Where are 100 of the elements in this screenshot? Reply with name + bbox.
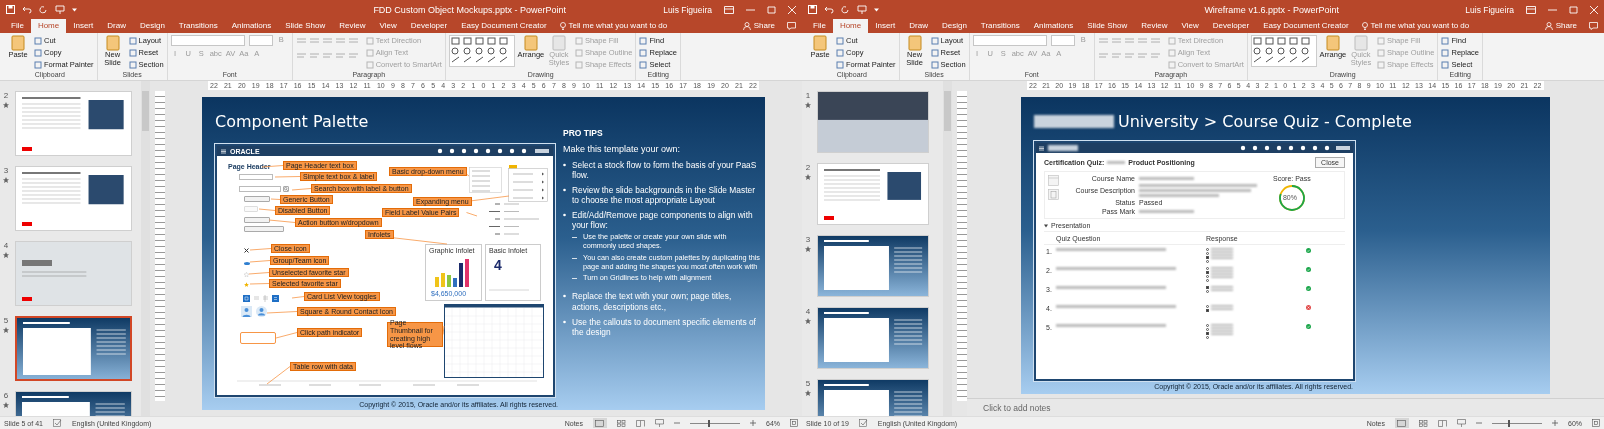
ribbon-tab[interactable]: View [372,19,404,33]
ribbon-tab[interactable]: File [806,19,833,33]
ribbon-tab[interactable]: Review [332,19,373,33]
undo-icon[interactable] [824,5,834,14]
leader-line [466,212,478,217]
dropdown-caret-icon[interactable] [72,7,77,12]
zoom-slider-thumb[interactable] [708,419,711,427]
expand-triangle-icon[interactable] [1044,223,1048,228]
actions-dropdown[interactable] [244,217,270,223]
slide-number: 2 [3,91,9,100]
zoom-in-icon[interactable] [750,420,756,426]
user-name[interactable]: Luis Figueira [663,4,712,15]
shapes-gallery-icon[interactable] [1250,35,1317,67]
comment-icon[interactable] [787,22,796,30]
redo-icon[interactable] [841,5,850,14]
font-name-field[interactable] [972,35,1047,46]
close-icon[interactable] [788,5,796,14]
ribbon-tab[interactable]: Insert [66,19,101,33]
text-field[interactable] [239,174,273,180]
search-button[interactable] [283,186,289,192]
maximize-icon[interactable] [767,5,776,14]
ribbon-tab[interactable]: Transitions [973,19,1027,33]
shapes-gallery-icon[interactable] [448,35,515,67]
fit-to-window-icon[interactable] [1592,419,1600,427]
ribbon-tab[interactable]: Home [832,19,869,33]
ribbon-tab[interactable]: Developer [1205,19,1257,33]
lightbulb-icon [559,21,566,30]
ribbon-tab[interactable]: Home [30,19,67,33]
spellcheck-icon[interactable] [52,419,62,427]
ribbon-tab[interactable]: Slide Show [1080,19,1135,33]
tip-text: Select a stock flow to form the basis of your PaaS flow. [572,160,757,181]
leader-line [249,260,271,263]
reading-view-icon[interactable] [1438,419,1447,427]
redo-icon[interactable] [39,5,48,14]
tell-me-search[interactable]: Tell me what you want to do [1355,21,1476,33]
fit-to-window-icon[interactable] [790,419,798,427]
reading-view-icon[interactable] [636,419,645,427]
star-outline-icon [244,272,249,277]
ribbon-tab[interactable]: Design [934,19,974,33]
star-icon [805,102,811,108]
slideshow-icon[interactable] [655,419,664,427]
ribbon-display-icon[interactable] [724,5,734,14]
ribbon-tab[interactable]: Insert [868,19,903,33]
ribbon-tab[interactable]: Animations [1026,19,1081,33]
tell-me-search[interactable]: Tell me what you want to do [553,21,674,33]
ribbon-tab[interactable]: File [4,19,31,33]
share-button[interactable]: Share [736,21,781,33]
list-view-icon[interactable] [272,295,279,302]
zoom-in-icon[interactable] [1552,420,1558,426]
ribbon-tab[interactable]: Transitions [171,19,225,33]
close-icon[interactable] [1590,5,1598,14]
scrollbar[interactable] [141,81,150,416]
ribbon-tab[interactable]: Developer [403,19,455,33]
normal-view-button[interactable] [593,418,607,428]
slide-thumbnail[interactable] [15,316,132,381]
slide-title: University > Course Quiz - Complete [1118,112,1412,131]
save-icon[interactable] [6,5,15,14]
slide-number: 3 [3,166,9,175]
undo-icon[interactable] [22,5,32,14]
slide-number: 4 [805,307,811,316]
maximize-icon[interactable] [1569,5,1578,14]
font-name-field[interactable] [170,35,245,46]
export-button[interactable] [244,226,284,232]
user-name[interactable]: Luis Figueira [1465,4,1514,15]
share-button[interactable]: Share [1538,21,1583,33]
clipboard-icon[interactable] [1048,189,1059,200]
ribbon-tab[interactable]: Easy Document Creator [1256,19,1356,33]
font-size-field[interactable] [1050,35,1075,46]
ribbon-tab[interactable]: Animations [224,19,279,33]
ribbon-tab[interactable]: View [1174,19,1206,33]
zoom-out-icon[interactable] [674,420,680,426]
ribbon-tab[interactable]: Draw [100,19,133,33]
zoom-slider[interactable] [1492,419,1542,427]
leader-line [291,188,312,191]
ribbon-tab[interactable]: Draw [902,19,935,33]
command-icon [812,35,828,51]
zoom-slider-thumb[interactable] [1507,419,1510,427]
presentation-icon[interactable] [857,5,867,14]
font-size-field[interactable] [248,35,273,46]
normal-view-button[interactable] [1395,418,1409,428]
dropdown-caret-icon[interactable] [874,7,879,12]
ribbon-tab[interactable]: Review [1134,19,1175,33]
scrollbar[interactable] [943,81,952,416]
search-field[interactable] [239,186,281,192]
comment-icon[interactable] [1589,22,1598,30]
leader-line [258,208,276,211]
zoom-slider[interactable] [690,419,740,427]
slide-sorter-icon[interactable] [1419,419,1428,427]
generic-button[interactable] [244,196,270,202]
ribbon-display-icon[interactable] [1526,5,1536,14]
zoom-out-icon[interactable] [1476,420,1482,426]
normal-view-icon [1397,419,1407,427]
ribbon-tab[interactable]: Slide Show [278,19,333,33]
slideshow-icon[interactable] [1457,419,1466,427]
ribbon-tab[interactable]: Easy Document Creator [454,19,554,33]
presentation-icon[interactable] [55,5,65,14]
slide-sorter-icon[interactable] [617,419,626,427]
spellcheck-icon[interactable] [858,419,868,427]
save-icon[interactable] [808,5,817,14]
ribbon-tab[interactable]: Design [132,19,172,33]
